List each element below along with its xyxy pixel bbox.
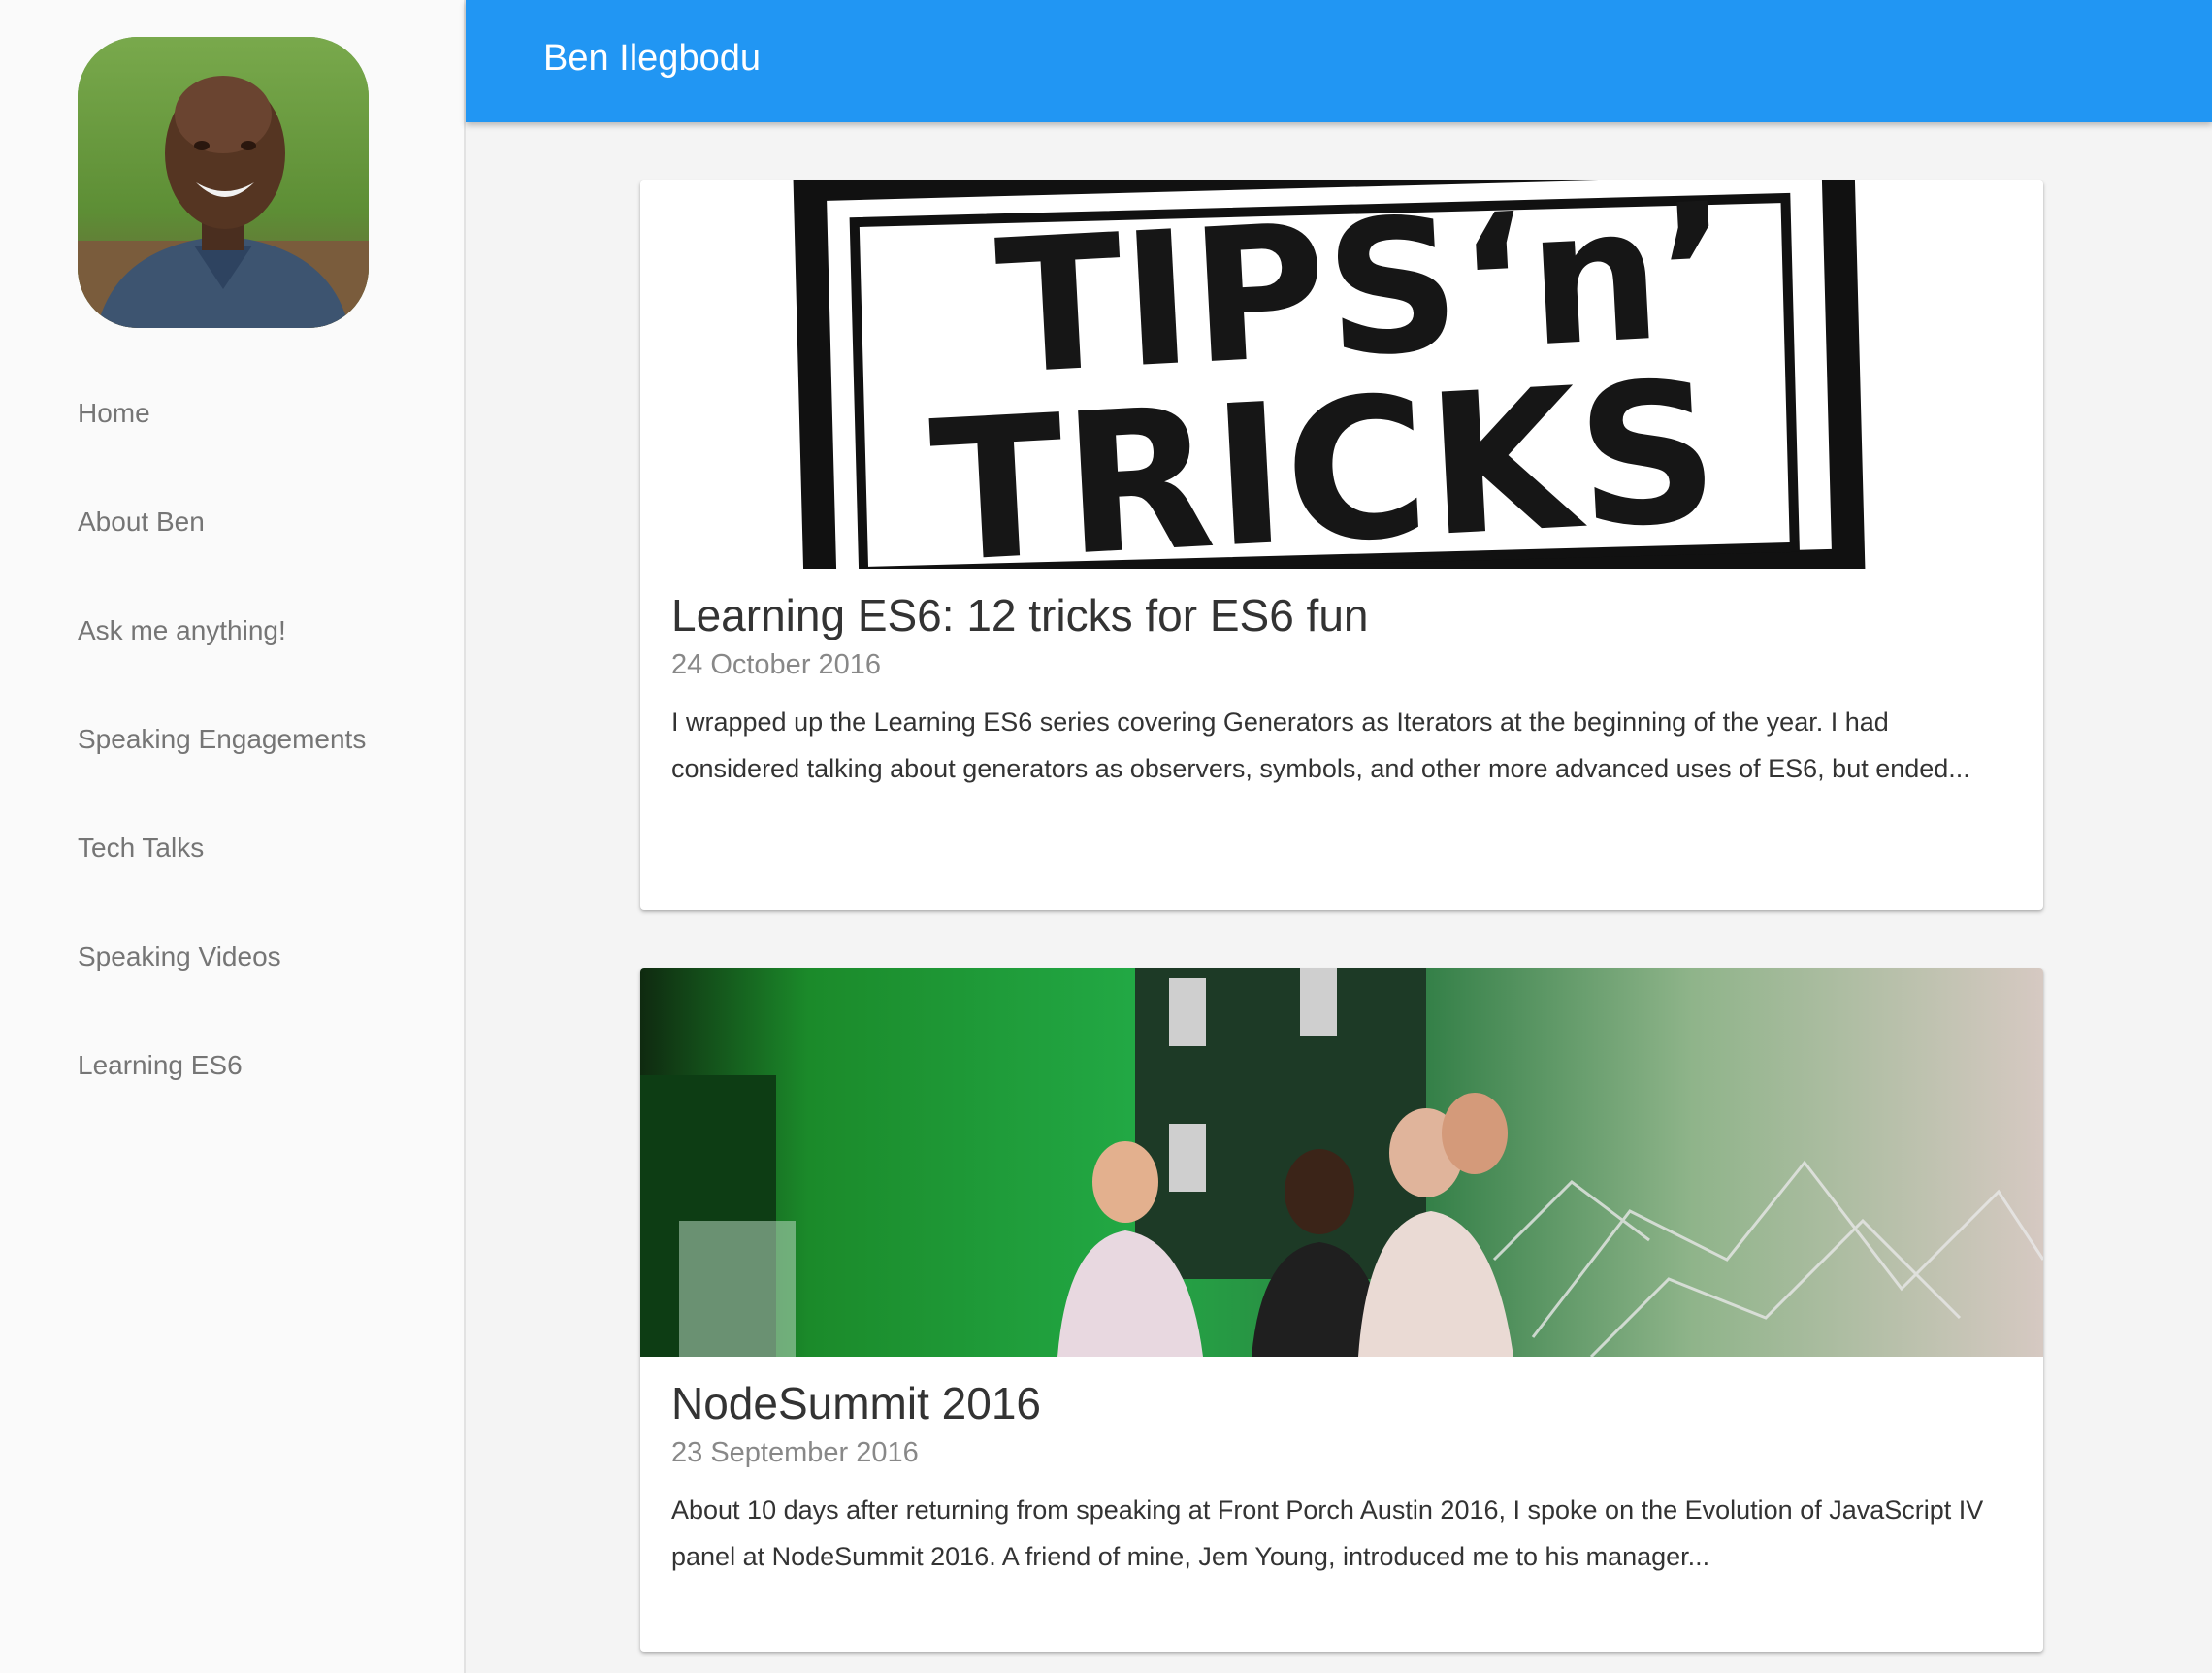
sidebar-item-speaking-videos[interactable]: Speaking Videos [78,928,366,1036]
post-image-nodesummit-panel[interactable] [640,968,2043,1357]
sidebar-item-home[interactable]: Home [78,384,366,493]
sidebar-item-about-ben[interactable]: About Ben [78,493,366,602]
site-title[interactable]: Ben Ilegbodu [543,35,761,82]
post-date: 24 October 2016 [671,649,882,680]
post-card[interactable]: TIPS‘n’ TRICKS Learning ES6: 12 tricks f… [640,180,2043,910]
post-image-tips-n-tricks[interactable]: TIPS‘n’ TRICKS [640,180,2043,569]
post-card[interactable]: NodeSummit 2016 23 September 2016 About … [640,968,2043,1652]
post-excerpt: I wrapped up the Learning ES6 series cov… [671,707,1970,783]
top-app-bar: Ben Ilegbodu [466,0,2212,122]
post-title[interactable]: NodeSummit 2016 [671,1376,2012,1430]
avatar[interactable] [78,37,369,328]
sidebar-nav: Home About Ben Ask me anything! Speaking… [78,384,366,1145]
avatar-photo [78,37,369,328]
post-title[interactable]: Learning ES6: 12 tricks for ES6 fun [671,588,2012,642]
sidebar-item-learning-es6[interactable]: Learning ES6 [78,1036,366,1145]
sidebar-item-ask-me-anything[interactable]: Ask me anything! [78,602,366,710]
tips-n-tricks-line2: TRICKS [927,340,1724,569]
sidebar: Home About Ben Ask me anything! Speaking… [0,0,466,1673]
sidebar-item-tech-talks[interactable]: Tech Talks [78,819,366,928]
post-date: 23 September 2016 [671,1437,919,1468]
post-excerpt: About 10 days after returning from speak… [671,1495,1984,1571]
sidebar-item-speaking-engagements[interactable]: Speaking Engagements [78,710,366,819]
